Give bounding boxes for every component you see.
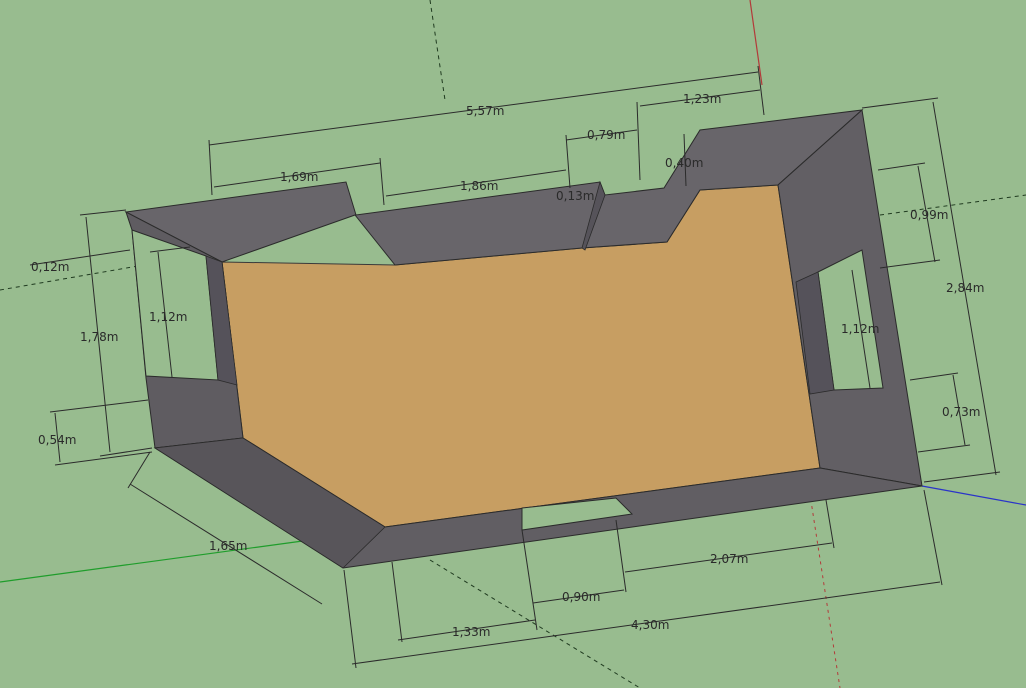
- dim-bottom-left-diagonal: 1,65m: [209, 539, 247, 553]
- dim-bottom-right-segment: 2,07m: [710, 552, 748, 566]
- dim-top-right-segment: 1,23m: [683, 92, 721, 106]
- dim-bottom-door-width: 0,90m: [562, 590, 600, 604]
- dim-bottom-left-segment: 1,33m: [452, 625, 490, 639]
- dim-top-wall-left: 1,69m: [280, 170, 318, 184]
- dim-top-step-width: 0,79m: [587, 128, 625, 142]
- dim-left-wall-offset: 0,12m: [31, 260, 69, 274]
- dim-left-sill-height: 0,54m: [38, 433, 76, 447]
- dim-overall-length-bottom: 4,30m: [631, 618, 669, 632]
- dim-top-wall-middle: 1,86m: [460, 179, 498, 193]
- dim-top-step-depth-2: 0,13m: [556, 189, 594, 203]
- sketchup-viewport[interactable]: 5,57m 1,69m 1,86m 0,79m 1,23m 0,40m 0,13…: [0, 0, 1026, 688]
- dim-right-wall-height: 2,84m: [946, 281, 984, 295]
- dim-right-sill-height: 0,73m: [942, 405, 980, 419]
- dim-right-window-height: 1,12m: [841, 322, 879, 336]
- dim-left-wall-height: 1,78m: [80, 330, 118, 344]
- dim-right-wall-top-offset: 0,99m: [910, 208, 948, 222]
- dim-overall-length-top: 5,57m: [466, 104, 504, 118]
- dim-top-step-depth-1: 0,40m: [665, 156, 703, 170]
- dim-left-window-height: 1,12m: [149, 310, 187, 324]
